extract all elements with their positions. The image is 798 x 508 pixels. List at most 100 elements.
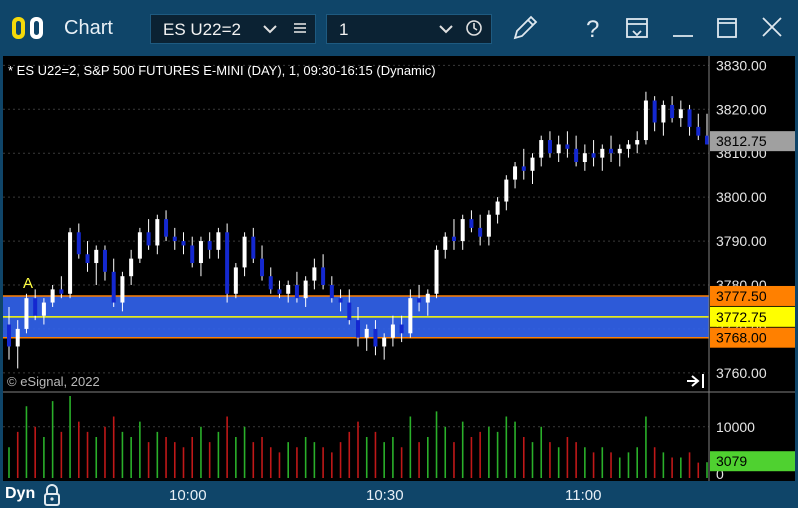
svg-text:?: ?	[586, 16, 599, 43]
candle-body	[268, 276, 273, 290]
candle-body	[347, 302, 352, 321]
candle-body	[609, 148, 614, 154]
chart-title: * ES U22=2, S&P 500 FUTURES E-MINI (DAY)…	[8, 63, 436, 78]
time-axis-bar: Dyn 10:00 10:30 11:00	[0, 481, 798, 508]
candle-body	[678, 109, 683, 119]
candle-body	[574, 148, 579, 163]
candle-body	[565, 144, 570, 149]
maximize-icon[interactable]	[710, 12, 744, 44]
candle-body	[486, 214, 491, 237]
grid	[3, 64, 709, 428]
price-tick: 3760.00	[716, 365, 767, 381]
candle-body	[15, 328, 20, 347]
price-tick: 3790.00	[716, 233, 767, 249]
candle-body	[417, 298, 422, 303]
candle-body	[120, 276, 125, 303]
pencil-icon[interactable]	[508, 12, 542, 44]
price-tick: 3830.00	[716, 57, 767, 73]
candle-body	[635, 140, 640, 145]
candle-body	[460, 219, 465, 242]
interval-input[interactable]: 1	[339, 20, 348, 40]
time-tick: 11:00	[565, 487, 602, 504]
watermark: © eSignal, 2022	[7, 374, 100, 389]
candle-body	[251, 236, 256, 259]
candle-body	[705, 135, 709, 145]
candle-body	[356, 320, 360, 338]
candle-body	[216, 232, 221, 250]
candle-body	[521, 166, 526, 171]
axes: 3830.003820.003810.003800.003790.003780.…	[3, 56, 795, 481]
candle-body	[137, 232, 142, 259]
candle-body	[207, 241, 212, 250]
candle-body	[373, 328, 378, 347]
candle-body	[68, 232, 73, 294]
chevron-down-icon[interactable]	[439, 20, 453, 43]
candle-body	[111, 271, 116, 303]
candle-body	[76, 232, 81, 255]
chevron-down-icon[interactable]	[263, 20, 277, 43]
price-label: 3777.50	[716, 288, 767, 304]
time-tick: 10:30	[366, 487, 404, 504]
save-window-icon[interactable]	[620, 12, 654, 44]
candle-body	[600, 148, 605, 158]
volume-tick: 10000	[716, 419, 755, 435]
candle-body	[443, 236, 448, 250]
candle-body	[382, 337, 387, 347]
scroll-to-end-icon[interactable]	[687, 374, 704, 388]
candle-body	[530, 157, 535, 171]
candle-body	[286, 284, 291, 294]
candle-body	[190, 245, 195, 264]
candle-body	[408, 298, 413, 334]
candle-body	[434, 249, 439, 294]
candle-body	[670, 104, 675, 119]
candle-body	[33, 298, 38, 316]
candle-body	[102, 249, 107, 272]
candle-body	[390, 324, 395, 338]
candle-body	[50, 289, 55, 303]
symbol-input[interactable]: ES U22=2	[163, 20, 241, 40]
candle-body	[277, 289, 282, 294]
candle-body	[129, 258, 134, 277]
volume-label: 3079	[716, 453, 747, 469]
candle-body	[338, 298, 343, 303]
volume-bars	[8, 396, 708, 478]
candle-body	[451, 236, 456, 242]
close-icon[interactable]	[755, 12, 789, 44]
candle-body	[547, 140, 552, 154]
price-tick: 3800.00	[716, 189, 767, 205]
candle-body	[294, 284, 299, 299]
symbol-selector[interactable]: ES U22=2	[150, 14, 316, 44]
candle-body	[155, 219, 160, 246]
chart-window: Chart ES U22=2 1 ? 3830.00 3820.00 3810.…	[0, 0, 798, 508]
candle-body	[591, 153, 596, 158]
marker-label: A	[23, 275, 33, 292]
clock-icon[interactable]	[465, 19, 483, 42]
candle-body	[329, 284, 334, 299]
price-label: 3772.75	[716, 309, 767, 325]
candle-body	[303, 280, 308, 299]
candle-body	[425, 293, 430, 303]
candle-body	[181, 241, 186, 246]
dynamic-mode-label[interactable]: Dyn	[5, 485, 35, 503]
chart-area[interactable]: 3830.00 3820.00 3810.00 3800.00 3790.00 3780.…	[3, 56, 795, 481]
list-icon[interactable]	[293, 19, 307, 42]
candle-body	[626, 144, 631, 149]
candle-body	[617, 148, 622, 154]
candle-body	[364, 328, 369, 338]
question-icon[interactable]: ?	[576, 12, 610, 44]
candle-body	[504, 179, 509, 202]
candle-body	[7, 324, 11, 347]
price-label: 3812.75	[716, 133, 767, 149]
candle-body	[696, 126, 701, 136]
candle-body	[233, 267, 238, 294]
candle-body	[59, 289, 64, 294]
time-tick: 10:00	[169, 487, 207, 504]
candle-body	[495, 201, 500, 215]
candle-body	[661, 104, 666, 123]
price-label: 3768.00	[716, 330, 767, 346]
candle-body	[321, 267, 326, 285]
interval-selector[interactable]: 1	[326, 14, 492, 44]
lock-icon[interactable]	[42, 484, 62, 506]
minimize-icon[interactable]	[666, 12, 700, 44]
candle-body	[198, 241, 203, 264]
